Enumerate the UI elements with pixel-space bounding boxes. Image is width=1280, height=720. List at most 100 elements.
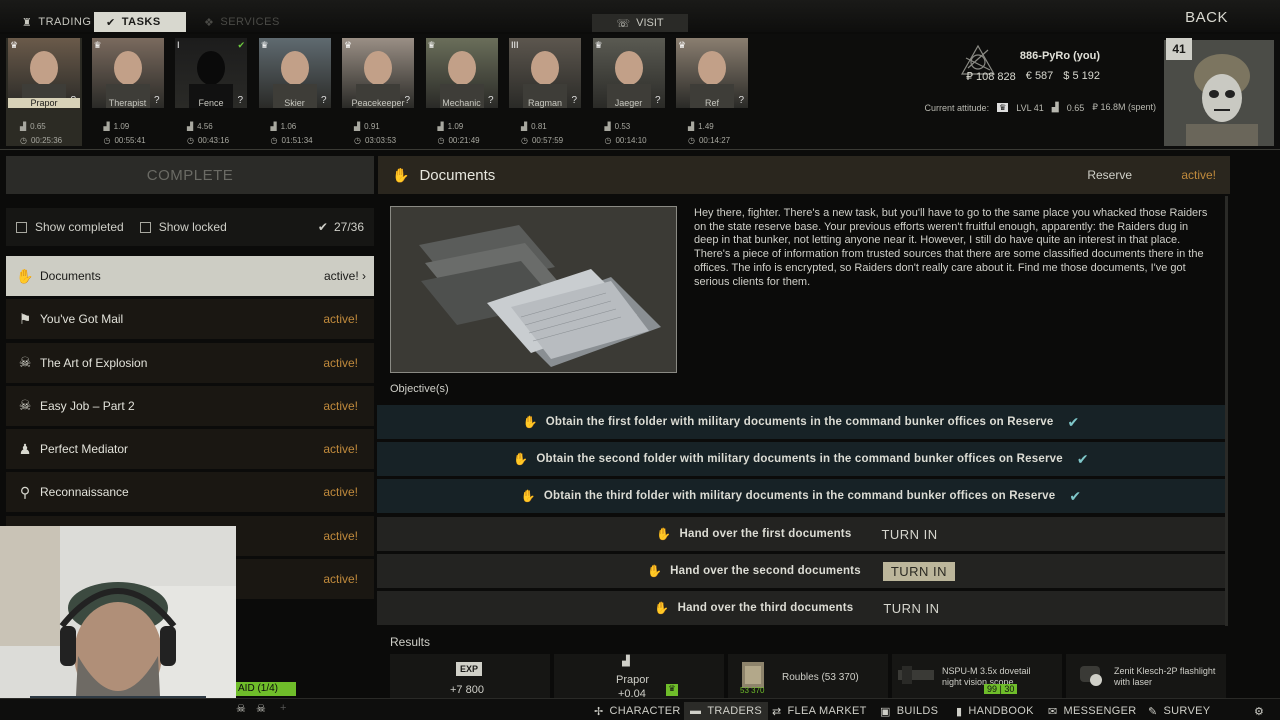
reputation-icon: ▟: [622, 656, 630, 667]
objective-text: Hand over the third documents: [677, 602, 854, 614]
trader-card-ref[interactable]: ♛? Ref ▟ 1.49 ◷ 00:14:27: [674, 38, 750, 146]
tab-services-label: SERVICES: [220, 16, 280, 28]
trader-card-therapist[interactable]: ♛? Therapist ▟ 1.09 ◷ 00:55:41: [90, 38, 166, 146]
reward-zenit-flashlight[interactable]: Zenit Klesch-2P flashlight with laser: [1066, 654, 1226, 698]
trader-card-fence[interactable]: I ✔? Fence ▟ 4.56 ◷ 00:43:16: [173, 38, 249, 146]
reward-nspu-scope[interactable]: NSPU-M 3.5x dovetail night vision scope …: [892, 654, 1062, 698]
attitude-label: Current attitude:: [924, 102, 990, 113]
attitude-spent: ₽ 16.8M (spent): [1092, 102, 1156, 112]
skull-icon: ☠: [18, 397, 32, 414]
task-count: ✔ 27/36: [318, 220, 364, 234]
turn-in-button[interactable]: TURN IN: [882, 561, 956, 581]
exp-value: +7 800: [450, 684, 484, 696]
task-title: Easy Job – Part 2: [40, 398, 135, 413]
turn-in-button[interactable]: TURN IN: [875, 599, 947, 618]
back-button[interactable]: BACK: [1185, 9, 1228, 26]
objective-3: ✋ Obtain the third folder with military …: [377, 479, 1225, 513]
show-completed-checkbox[interactable]: [16, 221, 27, 233]
plus-icon: +: [280, 702, 287, 714]
trader-rep: ▟ 0.65: [20, 122, 46, 131]
reward-flag-icon: ♛: [666, 684, 678, 696]
trader-timer: ◷ 00:14:10: [604, 136, 647, 145]
clock-icon: ◷: [521, 136, 528, 145]
reward-roubles[interactable]: 53 370 Roubles (53 370): [728, 654, 888, 698]
trader-card-ragman[interactable]: III? Ragman ▟ 0.81 ◷ 00:57:59: [507, 38, 583, 146]
trader-timer: ◷ 00:14:27: [688, 136, 731, 145]
task-status: active! ›: [323, 269, 366, 283]
check-circle-icon: ✔: [317, 220, 328, 234]
check-icon: ✔: [237, 40, 245, 50]
task-item-youve-got-mail[interactable]: ⚑ You've Got Mail active!: [6, 299, 374, 340]
nav-handbook[interactable]: ▮ HANDBOOK: [956, 702, 1034, 720]
gear-icon: ⚙: [1254, 705, 1265, 718]
hand-icon: ✋: [392, 166, 410, 183]
trader-rep: ▟ 1.09: [437, 122, 464, 131]
trader-timer: ◷ 00:57:59: [521, 136, 564, 145]
trader-name: Skier: [284, 98, 305, 108]
task-item-perfect-mediator[interactable]: ♟ Perfect Mediator active!: [6, 429, 374, 470]
bottom-nav: ☠ ☠ + ✢ CHARACTER ▬ TRADERS ⇄ FLEA MARKET ▣…: [0, 698, 1280, 720]
settings-button[interactable]: ⚙: [1254, 702, 1264, 720]
clock-icon: ◷: [270, 136, 278, 145]
builds-icon: ▣: [880, 705, 891, 718]
trader-card-mechanic[interactable]: ♛? Mechanic ▟ 1.09 ◷ 00:21:49: [424, 38, 500, 146]
loyalty-icon: III: [511, 40, 519, 50]
task-image: [390, 206, 677, 373]
hand-icon: ✋: [654, 601, 670, 615]
trader-card-peacekeeper[interactable]: ♛? Peacekeeper ▟ 0.91 ◷ 03:03:53: [340, 38, 416, 146]
trader-rep: ▟ 0.81: [521, 122, 547, 131]
trader-name: Ref: [704, 98, 719, 108]
run-icon: ⚑: [18, 310, 32, 327]
show-locked-label: Show locked: [158, 220, 227, 234]
task-status: active!: [323, 485, 358, 500]
hand-icon: ✋: [522, 415, 538, 429]
bulb-icon: ♟: [18, 440, 32, 457]
task-scrollbar[interactable]: [1225, 196, 1228, 626]
show-locked-checkbox[interactable]: [139, 221, 151, 233]
trader-card-prapor[interactable]: ♛?Prapor▟0.65◷00:25:36: [6, 38, 82, 146]
top-bar: ♜ TRADING ✔ TASKS ❖ SERVICES ☏ VISIT BAC…: [0, 0, 1280, 32]
documents-image: [391, 207, 676, 372]
roubles-balance: ₽ 108 828: [965, 71, 1016, 83]
nav-label: SURVEY: [1163, 705, 1211, 717]
task-status: active!: [323, 572, 358, 587]
trader-timer: ◷ 00:43:16: [187, 136, 230, 145]
nav-messenger[interactable]: ✉ MESSENGER: [1048, 702, 1137, 720]
task-count-value: 27/36: [333, 220, 364, 234]
clock-icon: ◷: [604, 136, 612, 145]
tab-tasks[interactable]: ✔ TASKS: [94, 12, 186, 32]
reputation-icon: ▟: [103, 122, 110, 131]
trader-timer: ◷ 00:55:41: [103, 136, 146, 145]
nav-character[interactable]: ✢ CHARACTER: [594, 702, 681, 720]
trader-card-skier[interactable]: ♛? Skier ▟ 1.06 ◷ 01:51:34: [257, 38, 333, 146]
search-icon: ⚲: [19, 483, 31, 500]
trader-card-jaeger[interactable]: ♛? Jaeger ▟ 0.53 ◷ 00:14:10: [591, 38, 667, 146]
nav-survey[interactable]: ✎ SURVEY: [1148, 702, 1210, 720]
trader-timer: ◷ 00:21:49: [437, 136, 480, 145]
task-item-art-of-explosion[interactable]: ☠ The Art of Explosion active!: [6, 342, 374, 383]
visit-button[interactable]: ☏ VISIT: [592, 14, 688, 32]
reputation-icon: ▟: [187, 122, 194, 131]
survey-icon: ✎: [1148, 705, 1158, 718]
crown-icon: ♛: [997, 103, 1009, 112]
tab-trading[interactable]: ♜ TRADING: [10, 12, 103, 32]
trader-rep: ▟ 4.56: [187, 122, 213, 131]
tasks-check-icon: ✔: [106, 16, 116, 29]
task-item-documents[interactable]: ✋ Documents active! ›: [6, 256, 374, 296]
trader-name: Ragman: [527, 98, 563, 108]
nav-flea-market[interactable]: ⇄ FLEA MARKET: [772, 702, 867, 720]
nav-builds[interactable]: ▣ BUILDS: [880, 702, 938, 720]
turn-in-button[interactable]: TURN IN: [873, 525, 945, 544]
reward-reputation: ▟ Prapor +0.04 ♛: [554, 654, 724, 700]
nav-traders[interactable]: ▬ TRADERS: [684, 702, 768, 720]
objective-2: ✋ Obtain the second folder with military…: [377, 442, 1225, 476]
objective-text: Hand over the first documents: [679, 528, 852, 540]
phone-icon: ☏: [616, 17, 631, 30]
loyalty-icon: ♛: [427, 40, 436, 50]
nav-label: HANDBOOK: [968, 705, 1034, 717]
webcam-overlay: [0, 526, 236, 720]
nav-label: MESSENGER: [1063, 705, 1137, 717]
task-item-easy-job-part-2[interactable]: ☠ Easy Job – Part 2 active!: [6, 385, 374, 426]
task-item-reconnaissance[interactable]: ⚲ Reconnaissance active!: [6, 472, 374, 513]
hand-icon: ✋: [513, 452, 529, 466]
